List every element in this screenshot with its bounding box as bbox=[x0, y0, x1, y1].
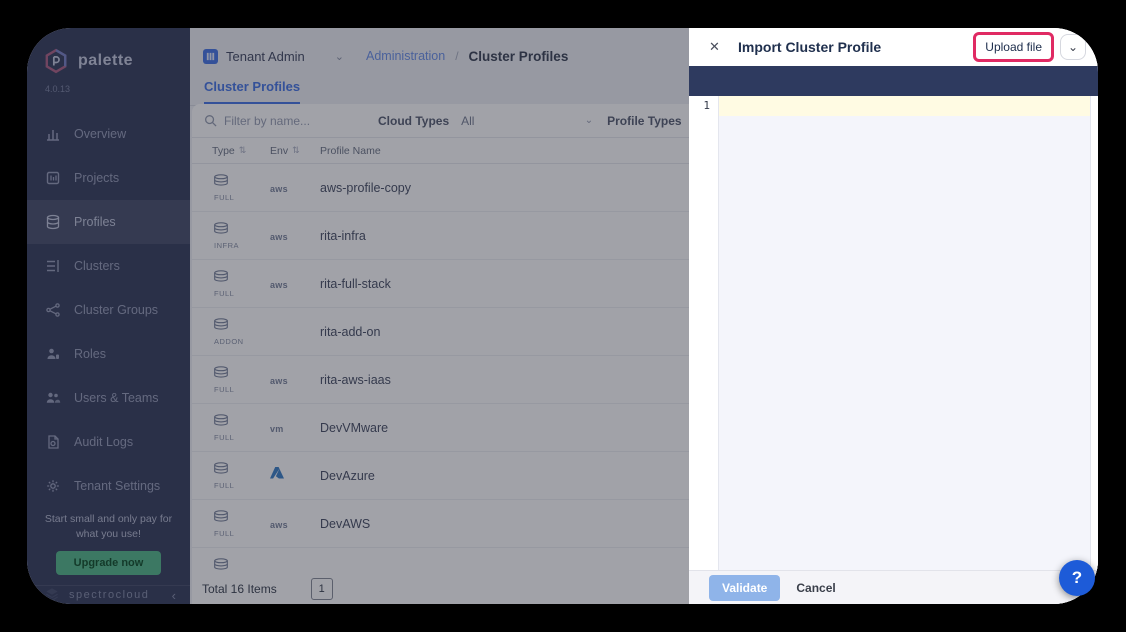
upload-options-chevron-button[interactable]: ⌄ bbox=[1060, 34, 1086, 60]
import-cluster-profile-drawer: ✕ Import Cluster Profile Upload file ⌄ 1… bbox=[689, 28, 1098, 604]
annotation-highlight: Upload file bbox=[973, 32, 1054, 62]
drawer-title: Import Cluster Profile bbox=[738, 39, 973, 55]
yaml-editor[interactable]: 1 bbox=[689, 96, 1098, 570]
validate-button[interactable]: Validate bbox=[709, 575, 780, 601]
drawer-header: ✕ Import Cluster Profile Upload file ⌄ bbox=[689, 28, 1098, 66]
editor-line-number: 1 bbox=[689, 96, 719, 570]
upload-file-button[interactable]: Upload file bbox=[985, 40, 1042, 54]
drawer-footer: Validate Cancel bbox=[689, 570, 1098, 604]
help-button[interactable]: ? bbox=[1059, 560, 1095, 596]
editor-active-line[interactable] bbox=[719, 96, 1090, 116]
chevron-down-icon: ⌄ bbox=[1068, 40, 1078, 54]
editor-scrollbar[interactable] bbox=[1090, 96, 1098, 570]
close-icon[interactable]: ✕ bbox=[709, 39, 727, 55]
app-window: palette 4.0.13 OverviewProjectsProfilesC… bbox=[27, 28, 1098, 604]
screenshot-canvas: palette 4.0.13 OverviewProjectsProfilesC… bbox=[0, 0, 1126, 632]
editor-toolbar bbox=[689, 66, 1098, 96]
cancel-button[interactable]: Cancel bbox=[796, 581, 835, 595]
